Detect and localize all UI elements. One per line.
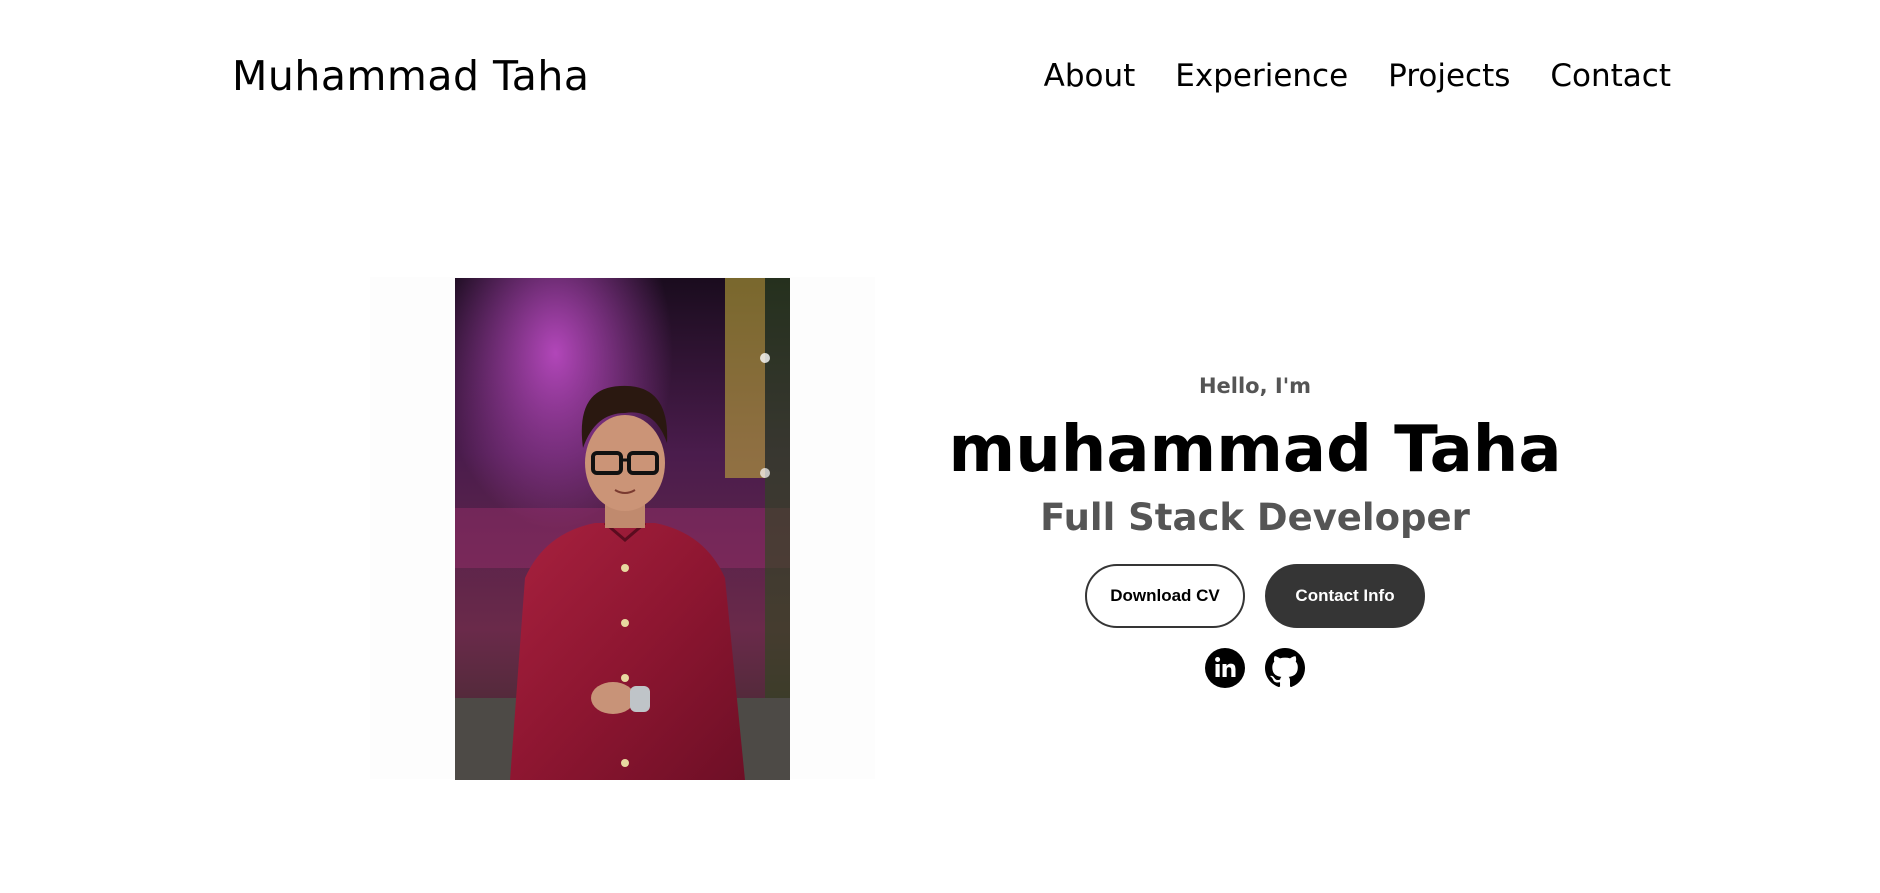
greeting-text: Hello, I'm <box>1198 374 1312 398</box>
nav-experience[interactable]: Experience <box>1175 55 1348 97</box>
hero-buttons: Download CV Contact Info <box>940 564 1570 628</box>
linkedin-icon[interactable] <box>1205 648 1245 688</box>
hero-section: Hello, I'm muhammad Taha Full Stack Deve… <box>940 368 1570 688</box>
nav-about[interactable]: About <box>1044 55 1136 97</box>
page: Muhammad Taha About Experience Projects … <box>0 0 1880 893</box>
social-links <box>940 648 1570 688</box>
hero-role: Full Stack Developer <box>1040 496 1470 539</box>
profile-photo <box>455 278 790 780</box>
nav-contact[interactable]: Contact <box>1550 55 1671 97</box>
github-icon[interactable] <box>1265 648 1305 688</box>
nav-projects[interactable]: Projects <box>1388 55 1510 97</box>
contact-info-button[interactable]: Contact Info <box>1265 564 1425 628</box>
hero-name: muhammad Taha <box>948 413 1562 487</box>
main-nav: About Experience Projects Contact <box>1044 55 1671 97</box>
site-logo[interactable]: Muhammad Taha <box>232 50 590 102</box>
download-cv-button[interactable]: Download CV <box>1085 564 1245 628</box>
